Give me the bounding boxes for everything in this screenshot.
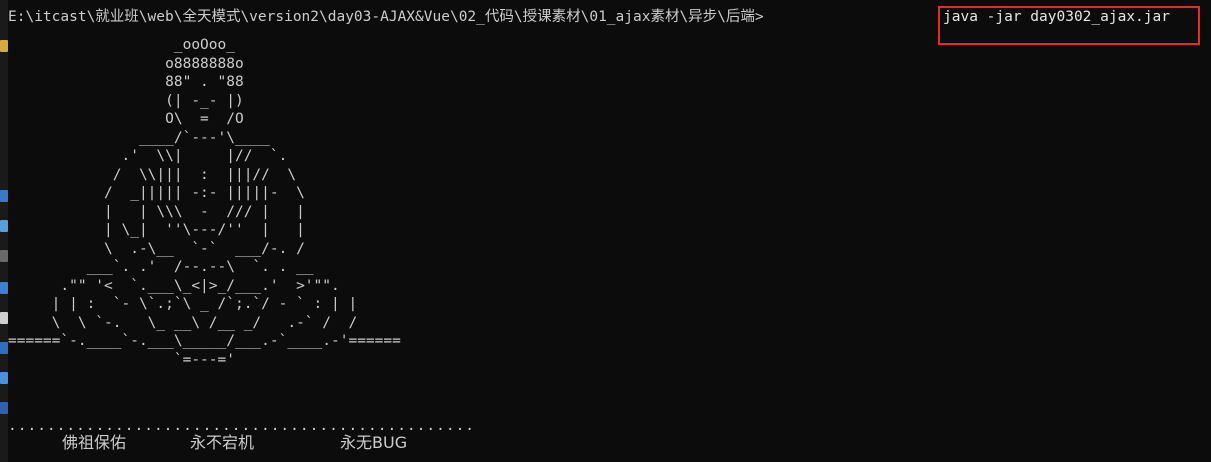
console-window[interactable]: E:\itcast\就业班\web\全天模式\version2\day03-AJ…	[0, 0, 1211, 462]
app-icon	[0, 250, 8, 262]
app-icon	[0, 190, 8, 202]
app-icon	[0, 342, 8, 354]
app-icon	[0, 402, 8, 414]
document-icon	[0, 312, 8, 324]
blessing-text: 永不宕机	[190, 433, 255, 452]
blessing-text: 佛祖保佑	[62, 433, 127, 452]
buddha-ascii-art: _ooOoo_ o8888888o 88" . "88 (| -_- |) O\…	[8, 37, 401, 368]
folder-icon	[0, 40, 8, 52]
app-icon	[0, 282, 8, 294]
command-text[interactable]: java -jar day0302_ajax.jar	[943, 8, 1170, 27]
prompt-path: E:\itcast\就业班\web\全天模式\version2\day03-AJ…	[8, 9, 764, 25]
app-icon	[0, 372, 8, 384]
blessing-text: 永无BUG	[340, 433, 408, 452]
desktop-edge-strip	[0, 0, 8, 462]
app-icon	[0, 220, 8, 232]
